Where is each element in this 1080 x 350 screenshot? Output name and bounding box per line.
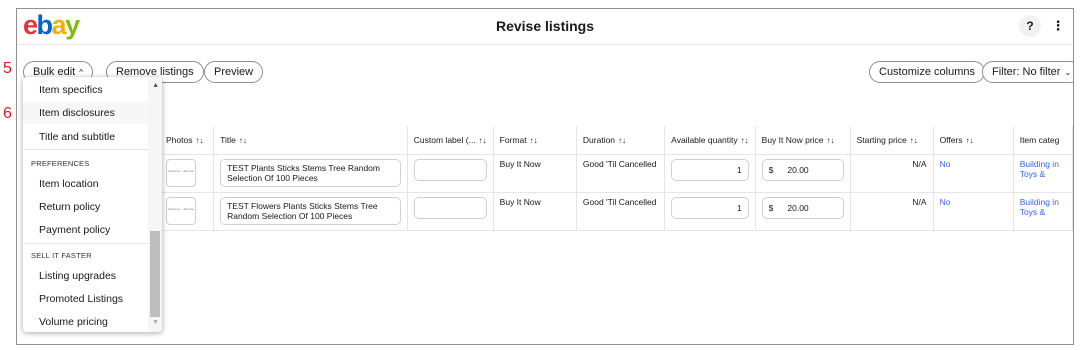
menu-item-payment-policy[interactable]: Payment policy: [39, 224, 110, 236]
menu-item-item-specifics[interactable]: Item specifics: [39, 84, 103, 96]
custom-label-field[interactable]: [413, 158, 487, 181]
starting-price-value: N/A: [850, 191, 934, 231]
scroll-up-icon[interactable]: ▲: [152, 82, 159, 89]
listing-thumbnail[interactable]: free to a ... dom ite: [166, 196, 196, 225]
column-header-item-category[interactable]: Item categ: [1013, 126, 1073, 154]
sort-icon: ↑↓: [826, 135, 835, 145]
sort-icon: ↑↓: [965, 135, 974, 145]
column-header-buy-it-now-price[interactable]: Buy It Now price ↑↓: [755, 126, 851, 154]
preview-button[interactable]: Preview: [204, 61, 264, 83]
menu-divider: [23, 149, 148, 150]
menu-divider: [23, 243, 148, 244]
chevron-up-icon: ^: [79, 68, 83, 77]
quantity-field[interactable]: 1: [671, 158, 749, 181]
page-title: Revise listings: [495, 18, 595, 34]
column-header-available-quantity[interactable]: Available quantity ↑↓: [664, 126, 756, 154]
format-value[interactable]: Buy It Now: [493, 191, 577, 231]
menu-scrollbar[interactable]: ▲ ▼: [148, 77, 162, 332]
column-header-starting-price[interactable]: Starting price ↑↓: [850, 126, 934, 154]
duration-value[interactable]: Good 'Til Cancelled: [576, 153, 666, 192]
scroll-down-icon[interactable]: ▼: [152, 319, 159, 326]
title-field[interactable]: TEST Plants Sticks Stems Tree Random Sel…: [220, 158, 401, 187]
column-header-duration[interactable]: Duration ↑↓: [576, 126, 666, 154]
price-field[interactable]: $20.00: [761, 158, 844, 181]
menu-item-return-policy[interactable]: Return policy: [39, 201, 100, 213]
sort-icon: ↑↓: [195, 135, 204, 145]
more-options-icon[interactable]: ⋮: [1049, 15, 1067, 37]
category-link[interactable]: Building in Toys &: [1013, 191, 1073, 231]
table-row: free to a ... dom ite TEST Plants Sticks…: [160, 153, 1073, 192]
starting-price-value: N/A: [850, 153, 934, 192]
category-link[interactable]: Building in Toys &: [1013, 153, 1073, 192]
quantity-field[interactable]: 1: [671, 196, 749, 219]
filter-button[interactable]: Filter: No filter ⌄: [982, 61, 1073, 83]
column-header-format[interactable]: Format ↑↓: [493, 126, 577, 154]
sort-icon: ↑↓: [478, 135, 487, 145]
sort-icon: ↑↓: [238, 135, 247, 145]
sort-icon: ↑↓: [909, 135, 918, 145]
column-header-photos[interactable]: Photos ↑↓: [160, 126, 215, 154]
menu-item-title-and-subtitle[interactable]: Title and subtitle: [39, 131, 115, 143]
offers-link[interactable]: No: [933, 191, 1014, 231]
menu-section-sell-it-faster: SELL IT FASTER: [31, 251, 92, 260]
sort-icon: ↑↓: [529, 135, 538, 145]
duration-value[interactable]: Good 'Til Cancelled: [576, 191, 666, 231]
menu-item-listing-upgrades[interactable]: Listing upgrades: [39, 270, 116, 282]
listings-table: Photos ↑↓ Title ↑↓ Custom label (... ↑↓ For…: [160, 126, 1073, 231]
toolbar: Bulk edit ^ Remove listings Preview Custo…: [17, 61, 1073, 85]
column-header-title[interactable]: Title ↑↓: [213, 126, 408, 154]
price-field[interactable]: $20.00: [761, 196, 844, 219]
revise-listings-window: ebay Revise listings ? ⋮ Bulk edit ^ Remo…: [16, 8, 1074, 345]
format-value[interactable]: Buy It Now: [493, 153, 577, 192]
offers-link[interactable]: No: [933, 153, 1014, 192]
chevron-down-icon: ⌄: [1064, 68, 1072, 77]
header-bar: ebay Revise listings ? ⋮: [17, 9, 1073, 45]
step-marker-5: 5: [3, 60, 12, 77]
help-button[interactable]: ?: [1019, 15, 1041, 37]
step-marker-6: 6: [3, 105, 12, 122]
bulk-edit-dropdown-menu: Item specifics Item disclosures Title an…: [23, 77, 162, 332]
title-field[interactable]: TEST Flowers Plants Sticks Stems Tree Ra…: [220, 196, 401, 225]
sort-icon: ↑↓: [618, 135, 627, 145]
menu-item-promoted-listings[interactable]: Promoted Listings: [39, 293, 123, 305]
menu-section-preferences: PREFERENCES: [31, 159, 90, 168]
table-row: free to a ... dom ite TEST Flowers Plant…: [160, 191, 1073, 231]
custom-label-field[interactable]: [413, 196, 487, 219]
menu-item-item-disclosures[interactable]: Item disclosures: [39, 107, 115, 119]
menu-scrollbar-thumb[interactable]: [150, 231, 160, 317]
customize-columns-button[interactable]: Customize columns: [869, 61, 985, 83]
column-header-offers[interactable]: Offers ↑↓: [933, 126, 1014, 154]
column-header-custom-label[interactable]: Custom label (... ↑↓: [407, 126, 494, 154]
table-header-row: Photos ↑↓ Title ↑↓ Custom label (... ↑↓ For…: [160, 126, 1073, 154]
listing-thumbnail[interactable]: free to a ... dom ite: [166, 158, 196, 187]
sort-icon: ↑↓: [740, 135, 749, 145]
menu-item-volume-pricing[interactable]: Volume pricing: [39, 316, 108, 328]
menu-item-item-location[interactable]: Item location: [39, 178, 99, 190]
